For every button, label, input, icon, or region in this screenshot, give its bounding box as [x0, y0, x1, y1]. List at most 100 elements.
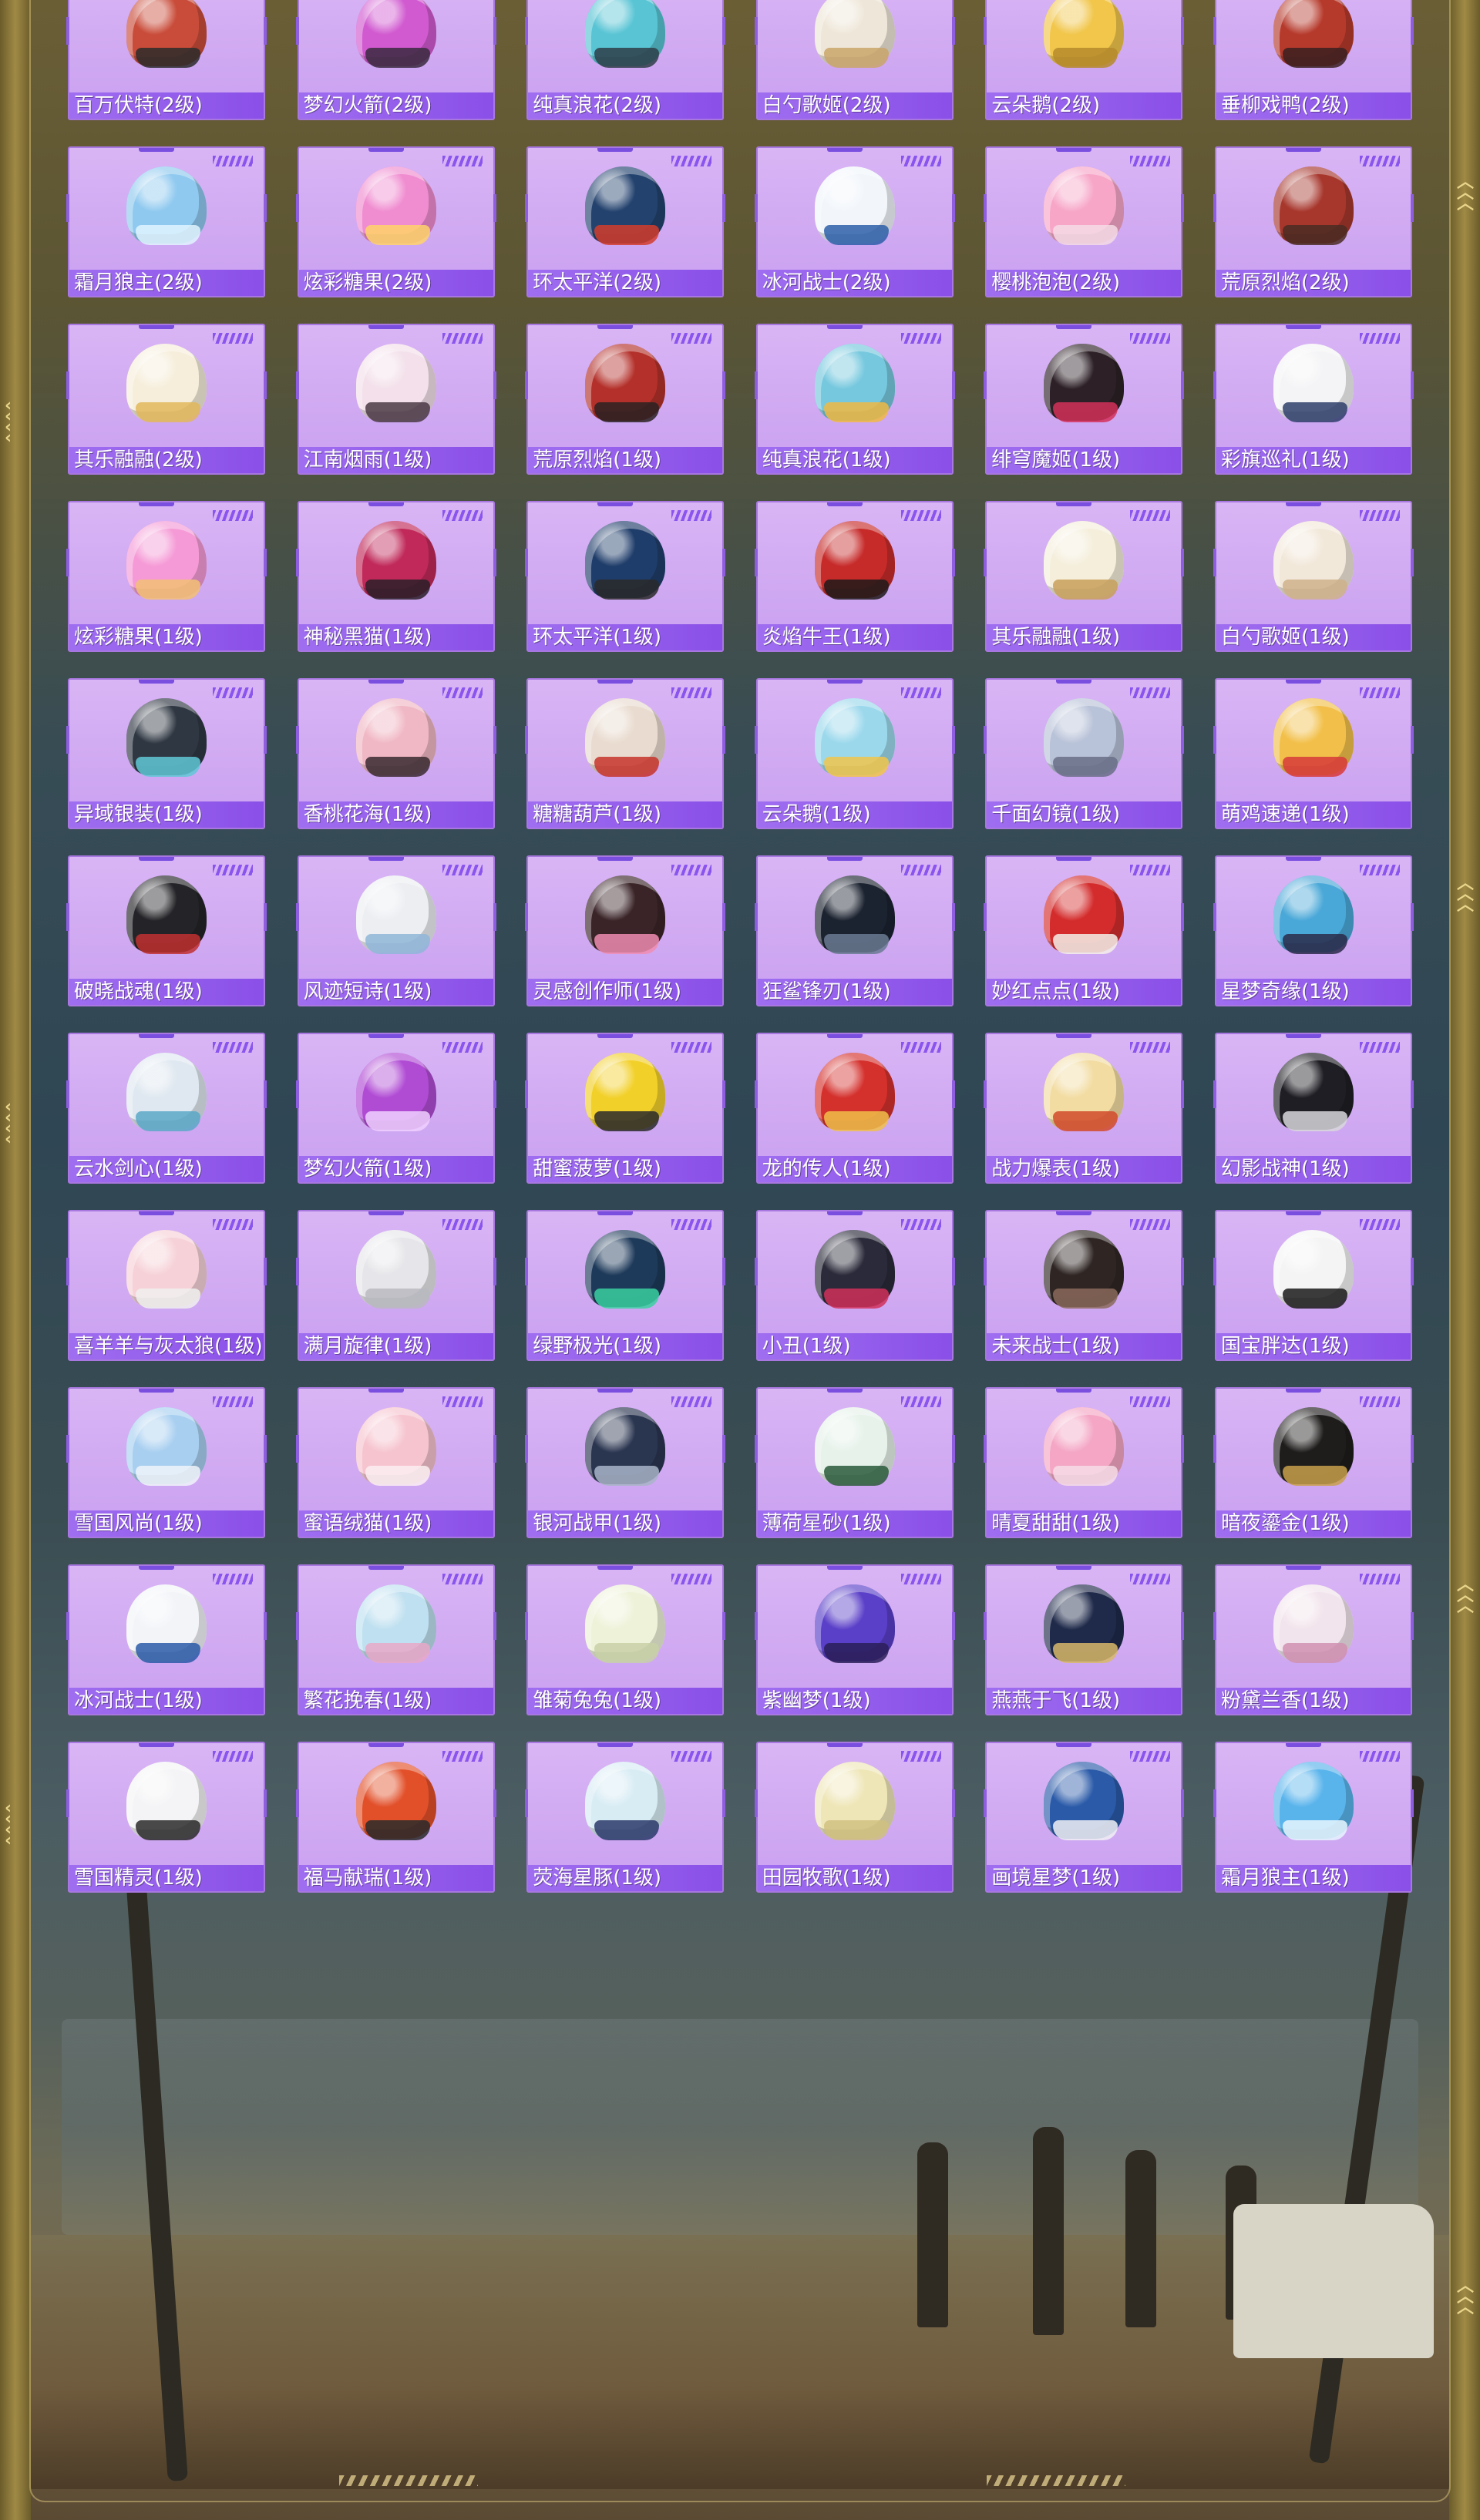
helmet-name-label: 樱桃泡泡(2级) [987, 270, 1182, 296]
helmet-icon [809, 1399, 901, 1507]
helmet-name-label: 云水剑心(1级) [69, 1156, 264, 1182]
helmet-card[interactable]: 国宝胖达(1级) [1213, 1210, 1414, 1361]
helmet-card[interactable]: 暗夜鎏金(1级) [1213, 1387, 1414, 1538]
helmet-card[interactable]: 糖糖葫芦(1级) [525, 678, 726, 829]
helmet-card[interactable]: 云朵鹅(1级) [754, 678, 955, 829]
helmet-card[interactable]: 樱桃泡泡(2级) [984, 146, 1185, 297]
helmet-icon [120, 159, 213, 267]
helmet-card[interactable]: 雪国精灵(1级) [66, 1742, 267, 1893]
helmet-card[interactable]: 甜蜜菠萝(1级) [525, 1033, 726, 1184]
rarity-stripes-icon [900, 156, 941, 166]
helmet-card[interactable]: 繁花挽春(1级) [295, 1564, 496, 1715]
helmet-card[interactable]: 炫彩糖果(1级) [66, 501, 267, 652]
helmet-card[interactable]: 小丑(1级) [754, 1210, 955, 1361]
helmet-card[interactable]: 喜羊羊与灰太狼(1级) [66, 1210, 267, 1361]
helmet-card[interactable]: 霜月狼主(2级) [66, 146, 267, 297]
helmet-shell [1044, 344, 1125, 422]
helmet-card[interactable]: 环太平洋(1级) [525, 501, 726, 652]
helmet-card[interactable]: 蜜语绒猫(1级) [295, 1387, 496, 1538]
helmet-card[interactable]: 神秘黑猫(1级) [295, 501, 496, 652]
helmet-card[interactable]: 彩旗巡礼(1级) [1213, 324, 1414, 475]
helmet-card[interactable]: 晴夏甜甜(1级) [984, 1387, 1185, 1538]
helmet-card[interactable]: 纯真浪花(2级) [525, 0, 726, 120]
helmet-card[interactable]: 未来战士(1级) [984, 1210, 1185, 1361]
helmet-card[interactable]: 画境星梦(1级) [984, 1742, 1185, 1893]
helmet-shell [1273, 698, 1354, 777]
helmet-card[interactable]: 雏菊兔兔(1级) [525, 1564, 726, 1715]
helmet-name-label: 垂柳戏鸭(2级) [1216, 92, 1411, 119]
helmet-card[interactable]: 紫幽梦(1级) [754, 1564, 955, 1715]
helmet-card[interactable]: 云朵鹅(2级) [984, 0, 1185, 120]
helmet-card[interactable]: 梦幻火箭(1级) [295, 1033, 496, 1184]
helmet-card[interactable]: 狂鲨锋刃(1级) [754, 855, 955, 1006]
helmet-icon [1038, 1222, 1130, 1330]
helmet-card[interactable]: 其乐融融(2级) [66, 324, 267, 475]
helmet-card[interactable]: 冰河战士(1级) [66, 1564, 267, 1715]
rarity-stripes-icon [213, 156, 253, 166]
helmet-icon [1038, 513, 1130, 621]
helmet-card[interactable]: 薄荷星砂(1级) [754, 1387, 955, 1538]
helmet-card[interactable]: 破晓战魂(1级) [66, 855, 267, 1006]
helmet-card[interactable]: 异域银装(1级) [66, 678, 267, 829]
helmet-icon [1267, 513, 1360, 621]
helmet-card[interactable]: 梦幻火箭(2级) [295, 0, 496, 120]
helmet-shell [814, 1053, 895, 1131]
helmet-card[interactable]: 千面幻镜(1级) [984, 678, 1185, 829]
helmet-card[interactable]: 冰河战士(2级) [754, 146, 955, 297]
helmet-name-label: 纯真浪花(1级) [757, 447, 952, 473]
rarity-stripes-icon [671, 1574, 712, 1584]
helmet-card[interactable]: 炎焰牛王(1级) [754, 501, 955, 652]
helmet-card[interactable]: 江南烟雨(1级) [295, 324, 496, 475]
helmet-card[interactable]: 绯穹魔姬(1级) [984, 324, 1185, 475]
helmet-card[interactable]: 星梦奇缘(1级) [1213, 855, 1414, 1006]
helmet-visor [365, 1466, 430, 1486]
helmet-card[interactable]: 灵感创作师(1级) [525, 855, 726, 1006]
rarity-stripes-icon [1130, 510, 1171, 521]
helmet-icon [1038, 1045, 1130, 1153]
helmet-shell [585, 1407, 666, 1486]
helmet-card[interactable]: 风迹短诗(1级) [295, 855, 496, 1006]
rarity-stripes-icon [442, 687, 483, 698]
helmet-card[interactable]: 绿野极光(1级) [525, 1210, 726, 1361]
helmet-card[interactable]: 妙红点点(1级) [984, 855, 1185, 1006]
helmet-card[interactable]: 粉黛兰香(1级) [1213, 1564, 1414, 1715]
helmet-icon [809, 1045, 901, 1153]
helmet-card[interactable]: 萌鸡速递(1级) [1213, 678, 1414, 829]
helmet-card[interactable]: 香桃花海(1级) [295, 678, 496, 829]
helmet-card[interactable]: 福马献瑞(1级) [295, 1742, 496, 1893]
rarity-stripes-icon [671, 1219, 712, 1230]
helmet-card[interactable]: 白勺歌姬(1级) [1213, 501, 1414, 652]
rarity-stripes-icon [900, 333, 941, 344]
helmet-card[interactable]: 雪国风尚(1级) [66, 1387, 267, 1538]
helmet-card[interactable]: 荒原烈焰(1级) [525, 324, 726, 475]
helmet-card[interactable]: 满月旋律(1级) [295, 1210, 496, 1361]
helmet-visor [1053, 48, 1118, 68]
helmet-card[interactable]: 田园牧歌(1级) [754, 1742, 955, 1893]
helmet-card[interactable]: 战力爆表(1级) [984, 1033, 1185, 1184]
helmet-shell [126, 698, 207, 777]
helmet-card[interactable]: 纯真浪花(1级) [754, 324, 955, 475]
helmet-card[interactable]: 白勺歌姬(2级) [754, 0, 955, 120]
helmet-visor [365, 1111, 430, 1131]
helmet-card[interactable]: 龙的传人(1级) [754, 1033, 955, 1184]
helmet-card[interactable]: 其乐融融(1级) [984, 501, 1185, 652]
helmet-shell [585, 1762, 666, 1840]
helmet-card[interactable]: 荧海星豚(1级) [525, 1742, 726, 1893]
helmet-visor [1053, 1111, 1118, 1131]
helmet-icon [120, 868, 213, 976]
helmet-card[interactable]: 环太平洋(2级) [525, 146, 726, 297]
helmet-card[interactable]: 燕燕于飞(1级) [984, 1564, 1185, 1715]
helmet-card[interactable]: 荒原烈焰(2级) [1213, 146, 1414, 297]
helmet-card[interactable]: 垂柳戏鸭(2级) [1213, 0, 1414, 120]
helmet-card[interactable]: 银河战甲(1级) [525, 1387, 726, 1538]
helmet-visor [594, 1466, 660, 1486]
helmet-name-label: 冰河战士(1级) [69, 1688, 264, 1714]
helmet-card[interactable]: 霜月狼主(1级) [1213, 1742, 1414, 1893]
helmet-card[interactable]: 幻影战神(1级) [1213, 1033, 1414, 1184]
helmet-name-label: 星梦奇缘(1级) [1216, 979, 1411, 1005]
helmet-card[interactable]: 百万伏特(2级) [66, 0, 267, 120]
helmet-card[interactable]: 炫彩糖果(2级) [295, 146, 496, 297]
helmet-card[interactable]: 云水剑心(1级) [66, 1033, 267, 1184]
card-top-accent [597, 1566, 634, 1570]
rarity-stripes-icon [1359, 687, 1400, 698]
